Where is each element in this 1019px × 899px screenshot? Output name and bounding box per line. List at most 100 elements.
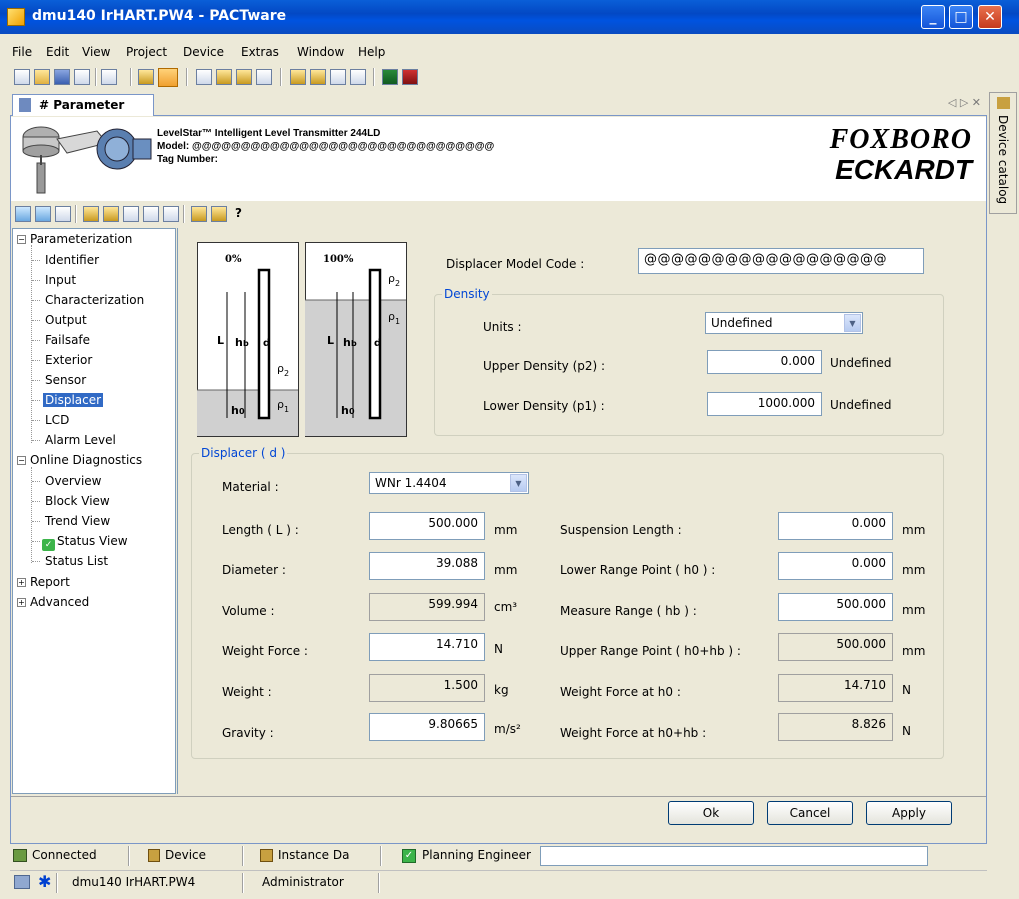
star-icon: ✱ [38, 872, 52, 891]
print-icon[interactable] [74, 69, 90, 85]
help-book-icon[interactable] [211, 206, 227, 222]
menu-help[interactable]: Help [358, 45, 385, 59]
material-select[interactable]: WNr 1.4404 ▼ [369, 472, 529, 494]
trend-icon[interactable] [402, 69, 418, 85]
weight-force-input[interactable]: 14.710 [369, 633, 485, 661]
svg-text:h: h [343, 336, 351, 349]
collapse-icon[interactable]: − [17, 235, 26, 244]
tree-item-report[interactable]: + Report [17, 575, 70, 589]
tree-item-failsafe[interactable]: Failsafe [45, 333, 90, 347]
length-input[interactable]: 500.000 [369, 512, 485, 540]
tree-item-sensor[interactable]: Sensor [45, 373, 86, 387]
chevron-down-icon[interactable]: ▼ [844, 314, 861, 332]
volume-unit: cm³ [494, 600, 518, 614]
svg-text:1: 1 [395, 317, 400, 326]
online-icon[interactable] [216, 69, 232, 85]
tree-item-exterior[interactable]: Exterior [45, 353, 92, 367]
menu-edit[interactable]: Edit [46, 45, 69, 59]
menu-file[interactable]: File [12, 45, 32, 59]
download-device-icon[interactable] [35, 206, 51, 222]
weight-force-h0hb-label: Weight Force at h0+hb : [560, 726, 707, 740]
print-dtm-icon[interactable] [55, 206, 71, 222]
tree-item-characterization[interactable]: Characterization [45, 293, 144, 307]
device-list-icon[interactable] [196, 69, 212, 85]
dtm-toolbar: ? [11, 201, 986, 227]
svg-text:2: 2 [284, 369, 289, 378]
tools-icon[interactable] [163, 206, 179, 222]
svg-text:L: L [327, 334, 334, 347]
list-icon[interactable] [143, 206, 159, 222]
tree-item-input[interactable]: Input [45, 273, 76, 287]
title-bar[interactable]: dmu140 IrHART.PW4 - PACTware _ □ ✕ [0, 0, 1019, 34]
tree-item-status-view[interactable]: ✓ Status View [42, 534, 128, 551]
diagnostic-icon[interactable] [330, 69, 346, 85]
apply-button[interactable]: Apply [866, 801, 952, 825]
tab-parameter[interactable]: # Parameter [12, 94, 154, 116]
tree-item-online-diagnostics[interactable]: − Online Diagnostics [17, 453, 142, 467]
parameter-icon[interactable] [158, 68, 178, 87]
window-icon[interactable] [123, 206, 139, 222]
cancel-button[interactable]: Cancel [767, 801, 853, 825]
close-button[interactable]: ✕ [978, 5, 1002, 29]
help-icon[interactable]: ? [235, 206, 242, 220]
lower-range-point-input[interactable]: 0.000 [778, 552, 893, 580]
minimize-button[interactable]: _ [921, 5, 945, 29]
tree-item-parameterization[interactable]: − Parameterization [17, 232, 132, 246]
tab-navigation[interactable]: ◁ ▷ ✕ [948, 96, 981, 109]
density-group-title: Density [442, 287, 492, 301]
tree-item-lcd[interactable]: LCD [45, 413, 69, 427]
tree-item-overview[interactable]: Overview [45, 474, 102, 488]
expand-icon[interactable]: + [17, 598, 26, 607]
tree-item-advanced[interactable]: + Advanced [17, 595, 89, 609]
suspension-length-input[interactable]: 0.000 [778, 512, 893, 540]
gravity-input[interactable]: 9.80665 [369, 713, 485, 741]
connect-icon[interactable] [138, 69, 154, 85]
menu-extras[interactable]: Extras [241, 45, 279, 59]
device-add-icon[interactable] [290, 69, 306, 85]
upper-range-point-label: Upper Range Point ( h0+hb ) : [560, 644, 741, 658]
device-remove-icon[interactable] [310, 69, 326, 85]
upload-device-icon[interactable] [15, 206, 31, 222]
disconnect-device-icon[interactable] [103, 206, 119, 222]
tree-item-block-view[interactable]: Block View [45, 494, 110, 508]
tree-item-output[interactable]: Output [45, 313, 87, 327]
status-separator [56, 873, 58, 893]
tree-item-displacer[interactable]: Displacer [43, 393, 104, 407]
units-select[interactable]: Undefined ▼ [705, 312, 863, 334]
menu-window[interactable]: Window [297, 45, 344, 59]
toolbar-separator [373, 68, 375, 86]
diameter-input[interactable]: 39.088 [369, 552, 485, 580]
tree-item-identifier[interactable]: Identifier [45, 253, 99, 267]
chevron-down-icon[interactable]: ▼ [510, 474, 527, 492]
maximize-button[interactable]: □ [949, 5, 973, 29]
status-separator [128, 846, 130, 866]
measured-value-icon[interactable] [382, 69, 398, 85]
settings-icon[interactable] [350, 69, 366, 85]
menu-device[interactable]: Device [183, 45, 224, 59]
navigation-tree[interactable]: − Parameterization Identifier Input Chara… [12, 228, 176, 794]
collapse-icon[interactable]: − [17, 456, 26, 465]
info-icon[interactable] [191, 206, 207, 222]
upper-density-input[interactable]: 0.000 [707, 350, 822, 374]
ok-button[interactable]: Ok [668, 801, 754, 825]
menu-project[interactable]: Project [126, 45, 167, 59]
open-icon[interactable] [34, 69, 50, 85]
device-catalog-dock[interactable]: Device catalog [989, 92, 1017, 214]
measure-range-input[interactable]: 500.000 [778, 593, 893, 621]
toolbar-separator [130, 68, 132, 86]
tree-item-alarm-level[interactable]: Alarm Level [45, 433, 116, 447]
tree-item-trend-view[interactable]: Trend View [45, 514, 110, 528]
save-icon[interactable] [54, 69, 70, 85]
app-icon [7, 8, 25, 26]
upper-range-point-value: 500.000 [778, 633, 893, 661]
model-code-input[interactable]: @@@@@@@@@@@@@@@@@@ [638, 248, 924, 274]
print-preview-icon[interactable] [101, 69, 117, 85]
tree-item-status-list[interactable]: Status List [45, 554, 108, 568]
menu-view[interactable]: View [82, 45, 110, 59]
upload-icon[interactable] [256, 69, 272, 85]
new-icon[interactable] [14, 69, 30, 85]
expand-icon[interactable]: + [17, 578, 26, 587]
connect-device-icon[interactable] [83, 206, 99, 222]
lower-density-input[interactable]: 1000.000 [707, 392, 822, 416]
offline-icon[interactable] [236, 69, 252, 85]
